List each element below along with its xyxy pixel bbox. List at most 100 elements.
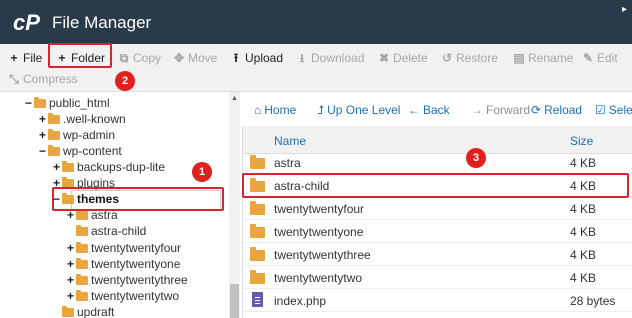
folder-icon bbox=[250, 155, 265, 169]
expand-icon[interactable]: + bbox=[38, 111, 47, 127]
svg-text:cP: cP bbox=[13, 10, 40, 35]
expand-icon[interactable]: + bbox=[52, 159, 61, 175]
home-nav-button[interactable]: ⌂ Home bbox=[254, 103, 296, 117]
tree-item-wp-content[interactable]: − wp-content bbox=[38, 143, 122, 159]
tree-item-twentytwentyone[interactable]: + twentytwentyone bbox=[66, 256, 180, 272]
compress-icon: ⤡ bbox=[9, 72, 19, 86]
cpanel-logo-icon: cP bbox=[13, 10, 40, 35]
restore-icon: ↺ bbox=[441, 51, 453, 65]
tree-item-twentytwentyfour[interactable]: + twentytwentyfour bbox=[66, 240, 181, 256]
reload-nav-label: Reload bbox=[544, 103, 583, 117]
forward-nav-button[interactable]: → Forward bbox=[471, 103, 530, 117]
tree-item-astra-child[interactable]: astra-child bbox=[66, 223, 146, 239]
file-size: 28 bytes bbox=[570, 294, 616, 308]
restore-button-label: Restore bbox=[456, 51, 499, 65]
folder-icon bbox=[76, 209, 88, 220]
up-nav-label: Up One Level bbox=[327, 103, 401, 117]
tree-item-label: twentytwentyfour bbox=[91, 241, 182, 255]
compress-button[interactable]: ⤡ Compress bbox=[8, 69, 78, 89]
tree-item-themes[interactable]: − themes bbox=[52, 191, 119, 207]
compress-button-label: Compress bbox=[23, 72, 78, 86]
tree-item-label: themes bbox=[77, 192, 120, 206]
tree-item-label: .well-known bbox=[63, 112, 126, 126]
folder-icon bbox=[76, 290, 88, 301]
app-title: File Manager bbox=[52, 13, 152, 32]
table-row[interactable]: twentytwentythree 4 KB bbox=[243, 243, 632, 266]
copy-button[interactable]: ⧉ Copy bbox=[118, 48, 161, 68]
tree-item--well-known[interactable]: + .well-known bbox=[38, 111, 126, 127]
table-row[interactable]: twentytwentyfour 4 KB bbox=[243, 197, 632, 220]
table-row[interactable]: twentytwentyone 4 KB bbox=[243, 220, 632, 243]
step-badge-1: 1 bbox=[192, 162, 212, 182]
reload-icon: ⟳ bbox=[531, 103, 542, 117]
title-bar: cP File Manager ▸ bbox=[0, 0, 632, 44]
tree-item-label: public_html bbox=[49, 96, 110, 110]
collapse-icon[interactable]: − bbox=[52, 191, 61, 207]
upload-icon: ⭱ bbox=[233, 51, 239, 65]
file-size: 4 KB bbox=[570, 156, 597, 170]
pencil-icon: ✎ bbox=[582, 51, 594, 65]
folder-icon bbox=[48, 145, 60, 156]
scroll-up-icon[interactable]: ▲ bbox=[231, 95, 238, 102]
folder-button-highlight bbox=[48, 43, 112, 68]
tree-item-backups-dup-lite[interactable]: + backups-dup-lite bbox=[52, 159, 165, 175]
expand-icon[interactable]: + bbox=[66, 288, 75, 304]
file-button[interactable]: + File bbox=[8, 48, 42, 68]
folder-icon bbox=[76, 258, 88, 269]
title-overflow-icon[interactable]: ▸ bbox=[622, 4, 627, 15]
tree-item-label: wp-content bbox=[63, 144, 122, 158]
tree-item-wp-admin[interactable]: + wp-admin bbox=[38, 127, 115, 143]
up-nav-button[interactable]: ⮥ Up One Level bbox=[317, 103, 400, 118]
delete-button[interactable]: ✖ Delete bbox=[378, 48, 428, 68]
select-nav-button[interactable]: ☑ Sele bbox=[595, 103, 632, 117]
copy-button-label: Copy bbox=[133, 51, 162, 65]
download-button[interactable]: ⭳ Download bbox=[296, 48, 364, 68]
folder-icon bbox=[62, 193, 74, 204]
expand-icon[interactable]: + bbox=[38, 127, 47, 143]
tree-scrollbar[interactable]: ▲ bbox=[229, 92, 240, 318]
forward-nav-label: Forward bbox=[486, 103, 531, 117]
move-button-label: Move bbox=[188, 51, 218, 65]
nav-bar: ⌂ Home ⮥ Up One Level ← Back → Forward ⟳ Reload ☑ S… bbox=[242, 98, 632, 122]
table-row[interactable]: index.php 28 bytes bbox=[243, 289, 632, 312]
arrow-left-icon: ← bbox=[408, 103, 420, 117]
table-row[interactable]: astra 4 KB bbox=[243, 151, 632, 174]
file-name: index.php bbox=[274, 294, 327, 308]
upload-button[interactable]: ⭱ Upload bbox=[230, 48, 283, 68]
column-size-header[interactable]: Size bbox=[570, 134, 593, 148]
table-row[interactable]: twentytwentytwo 4 KB bbox=[243, 266, 632, 289]
reload-nav-button[interactable]: ⟳ Reload bbox=[531, 103, 582, 117]
collapse-icon[interactable]: − bbox=[38, 143, 47, 159]
move-button[interactable]: ✥ Move bbox=[173, 48, 217, 68]
home-icon: ⌂ bbox=[254, 103, 262, 117]
column-name-header[interactable]: Name bbox=[274, 134, 306, 148]
tree-item-twentytwentytwo[interactable]: + twentytwentytwo bbox=[66, 288, 179, 304]
expand-icon[interactable]: + bbox=[66, 240, 75, 256]
tree-item-public-html[interactable]: − public_html bbox=[24, 95, 110, 111]
tree-item-label: wp-admin bbox=[63, 128, 116, 142]
expand-icon[interactable]: + bbox=[66, 272, 75, 288]
file-button-label: File bbox=[23, 51, 43, 65]
restore-button[interactable]: ↺ Restore bbox=[441, 48, 498, 68]
download-button-label: Download bbox=[311, 51, 365, 65]
astra-child-highlight bbox=[242, 173, 629, 198]
folder-icon bbox=[48, 113, 60, 124]
php-file-icon bbox=[252, 292, 263, 307]
tree-item-label: astra-child bbox=[91, 224, 147, 238]
rename-button[interactable]: ▤ Rename bbox=[513, 48, 573, 68]
file-name: twentytwentyfour bbox=[274, 202, 365, 216]
delete-button-label: Delete bbox=[393, 51, 428, 65]
tree-item-label: updraft bbox=[77, 305, 115, 318]
edit-button[interactable]: ✎ Edit bbox=[582, 48, 618, 68]
tree-item-updraft[interactable]: updraft bbox=[52, 304, 114, 318]
back-nav-button[interactable]: ← Back bbox=[408, 103, 450, 117]
folder-icon bbox=[76, 225, 88, 236]
step-badge-2: 2 bbox=[115, 71, 135, 91]
folder-icon bbox=[48, 129, 60, 140]
back-nav-label: Back bbox=[423, 103, 450, 117]
collapse-icon[interactable]: − bbox=[24, 95, 33, 111]
expand-icon[interactable]: + bbox=[66, 256, 75, 272]
tree-item-twentytwentythree[interactable]: + twentytwentythree bbox=[66, 272, 188, 288]
folder-icon bbox=[62, 306, 74, 317]
scrollbar-thumb[interactable] bbox=[230, 284, 239, 318]
